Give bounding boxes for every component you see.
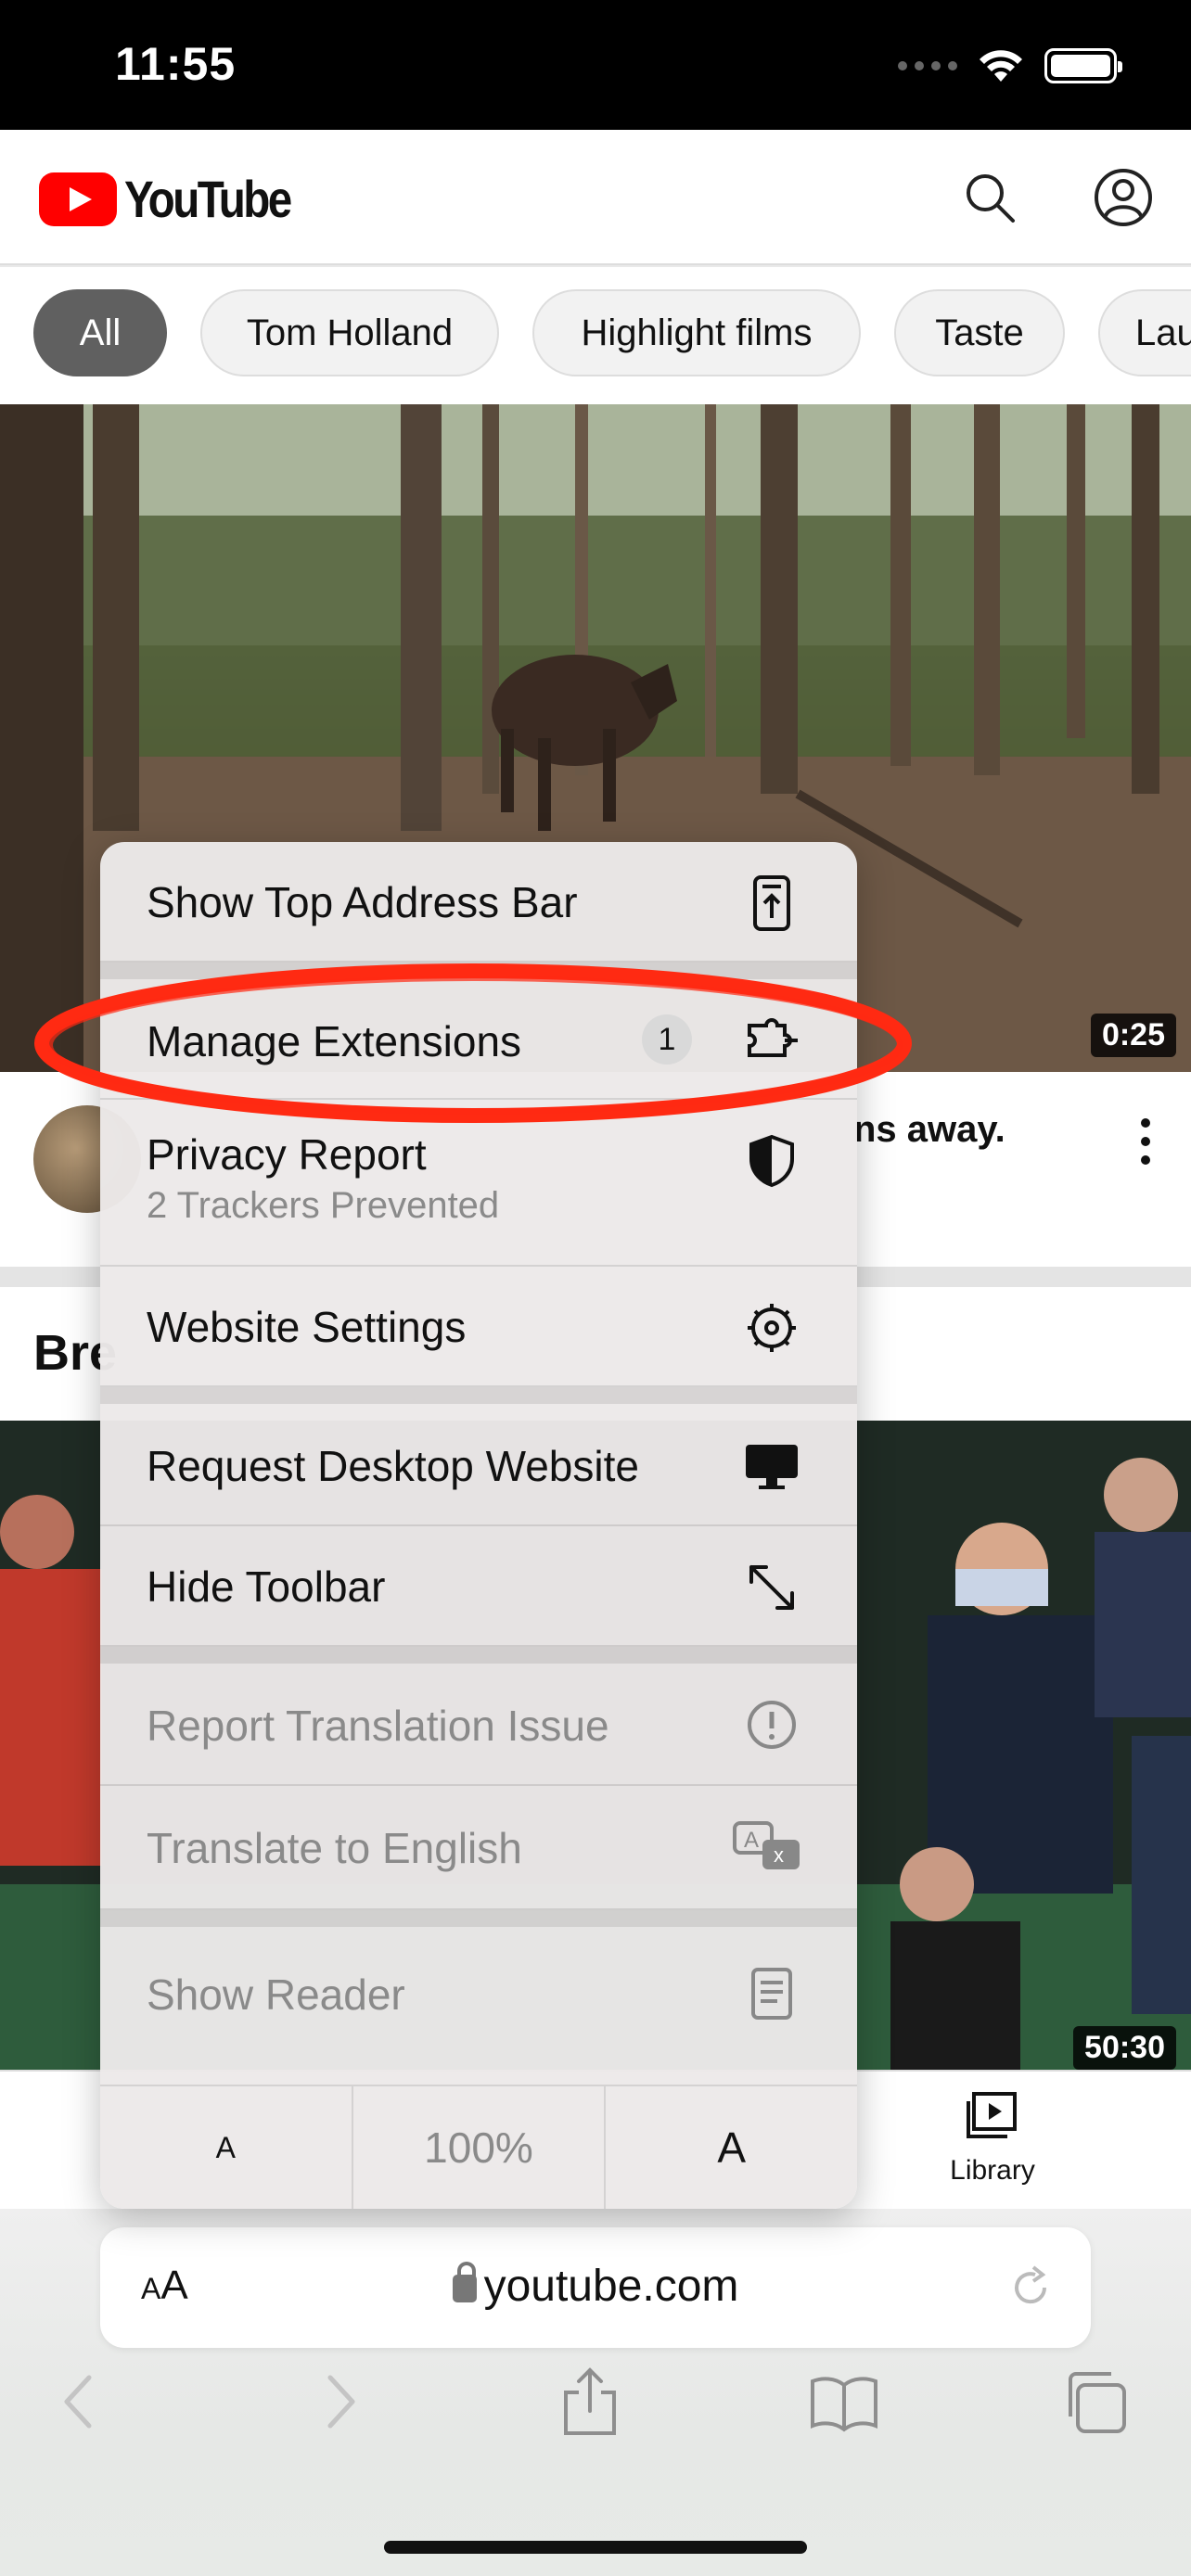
chip-highlight-films[interactable]: Highlight films (532, 289, 861, 376)
extensions-icon (748, 1018, 798, 1057)
zoom-decrease-button[interactable]: A (100, 2086, 353, 2209)
menu-item-hide-toolbar[interactable]: Hide Toolbar (100, 1526, 857, 1647)
chip-taste[interactable]: Taste (894, 289, 1065, 376)
page-menu-popover: Show Top Address Bar Manage Extensions 1… (100, 842, 857, 2209)
safari-bottom-bar: AA youtube.com (0, 2209, 1191, 2576)
zoom-increase-button[interactable]: A (606, 2086, 857, 2209)
url-field[interactable]: youtube.com (100, 2261, 1091, 2312)
chip-all[interactable]: All (33, 289, 167, 376)
bookmarks-icon[interactable] (807, 2365, 881, 2439)
youtube-header: YouTube (0, 130, 1191, 265)
back-icon[interactable] (43, 2365, 117, 2439)
youtube-logo[interactable]: YouTube (39, 169, 319, 229)
video-duration: 50:30 (1073, 2026, 1176, 2070)
status-bar: 11:55 (0, 0, 1191, 130)
menu-item-request-desktop-website[interactable]: Request Desktop Website (100, 1404, 857, 1526)
video-duration: 0:25 (1090, 1014, 1176, 1057)
reload-icon[interactable] (1007, 2264, 1054, 2311)
menu-group-separator (100, 1910, 857, 1927)
status-time: 11:55 (115, 38, 237, 90)
svg-text:x: x (774, 1843, 784, 1867)
home-indicator[interactable] (384, 2541, 807, 2554)
menu-item-show-top-address-bar[interactable]: Show Top Address Bar (100, 842, 857, 963)
forward-icon[interactable] (302, 2365, 377, 2439)
tabs-icon[interactable] (1059, 2365, 1133, 2439)
library-icon (967, 2092, 1017, 2138)
privacy-report-subtitle: 2 Trackers Prevented (147, 1185, 500, 1226)
reader-icon (751, 1968, 792, 2020)
exclamation-circle-icon (748, 1701, 796, 1749)
share-icon[interactable] (553, 2365, 627, 2439)
status-icons (898, 48, 1122, 83)
menu-group-separator (100, 1387, 857, 1404)
expand-arrows-icon (749, 1565, 794, 1610)
cellular-signal-icon (898, 61, 957, 70)
menu-item-translate-to-english[interactable]: Translate to English A x (100, 1786, 857, 1910)
address-bar[interactable]: AA youtube.com (100, 2227, 1091, 2348)
filter-chips-bar: All Tom Holland Highlight films Taste La… (0, 267, 1191, 404)
battery-icon (1044, 48, 1122, 83)
desktop-icon (746, 1445, 798, 1489)
more-options-icon[interactable] (1141, 1118, 1150, 1165)
shield-icon (749, 1134, 794, 1188)
menu-item-show-reader[interactable]: Show Reader (100, 1927, 857, 2086)
video-title-partial[interactable]: ns away. (853, 1109, 1005, 1151)
lock-icon (452, 2262, 477, 2302)
chip-tom-holland[interactable]: Tom Holland (200, 289, 499, 376)
menu-item-website-settings[interactable]: Website Settings (100, 1267, 857, 1387)
nav-library[interactable]: Library (946, 2092, 1039, 2187)
search-icon[interactable] (959, 167, 1020, 228)
menu-item-privacy-report[interactable]: Privacy Report 2 Trackers Prevented (100, 1100, 857, 1267)
youtube-play-logo-icon (39, 172, 117, 226)
url-text: youtube.com (483, 2262, 739, 2311)
menu-group-separator (100, 963, 857, 979)
library-label: Library (950, 2155, 1035, 2186)
menu-item-manage-extensions[interactable]: Manage Extensions 1 (100, 979, 857, 1100)
menu-group-separator (100, 1647, 857, 1664)
zoom-controls: A 100% A (100, 2086, 857, 2209)
address-bar-top-icon (753, 875, 790, 931)
zoom-level[interactable]: 100% (353, 2086, 607, 2209)
youtube-wordmark: YouTube (124, 170, 292, 228)
wifi-icon (980, 50, 1022, 82)
svg-text:A: A (744, 1828, 759, 1853)
chip-lau[interactable]: Lau (1098, 289, 1191, 376)
menu-item-report-translation-issue[interactable]: Report Translation Issue (100, 1664, 857, 1786)
extensions-count-badge: 1 (642, 1014, 692, 1065)
translate-icon: A x (733, 1821, 800, 1869)
gear-icon (748, 1304, 796, 1352)
account-icon[interactable] (1093, 167, 1154, 228)
